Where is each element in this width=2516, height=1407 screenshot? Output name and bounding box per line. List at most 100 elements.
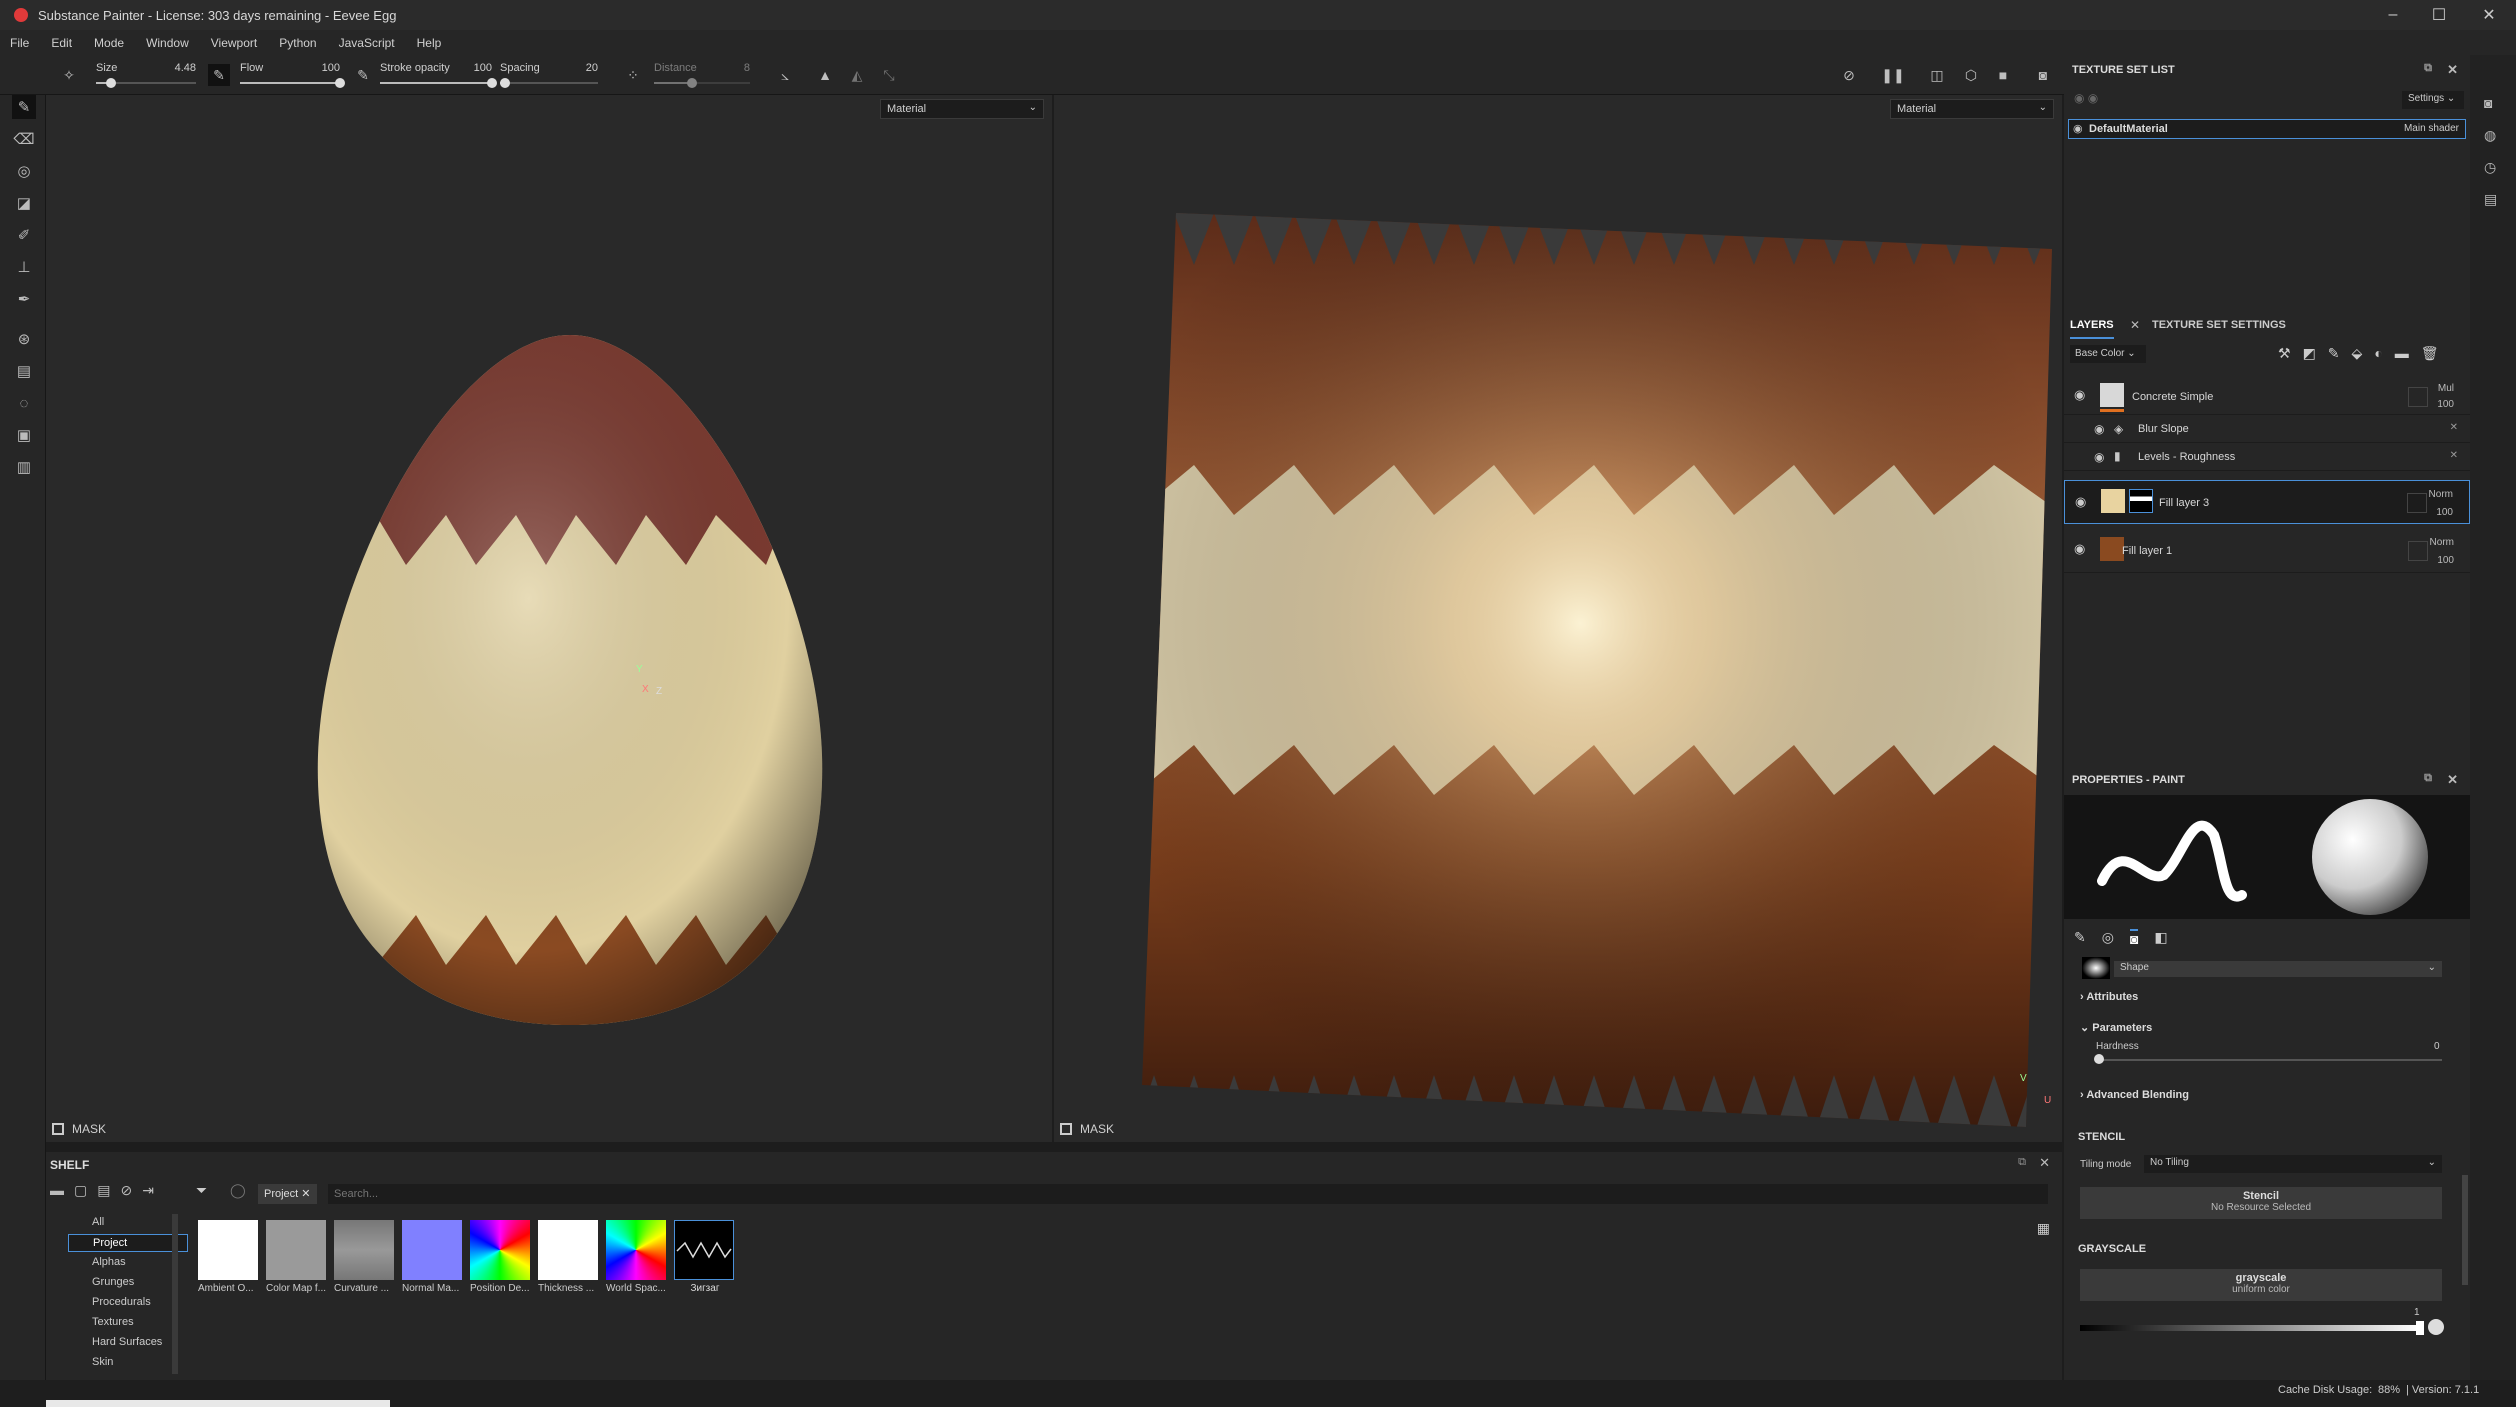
- texture-set-settings-dropdown[interactable]: Settings ⌄: [2402, 91, 2464, 109]
- screenshot-icon[interactable]: ◙: [2032, 64, 2054, 86]
- pause-icon[interactable]: ❚❚: [1881, 64, 1904, 86]
- distance-slider[interactable]: Distance 8: [654, 60, 750, 90]
- menu-window[interactable]: Window: [146, 36, 189, 50]
- add-smart-material-icon[interactable]: ◐: [2374, 345, 2382, 362]
- eye-icon[interactable]: ◉: [2073, 122, 2083, 135]
- log-icon[interactable]: ▤: [2484, 191, 2497, 208]
- category-project[interactable]: Project: [68, 1234, 188, 1252]
- properties-close-icon[interactable]: ✕: [2447, 772, 2458, 788]
- stroke-opacity-slider[interactable]: Stroke opacity 100: [380, 60, 497, 90]
- hide-icon[interactable]: ⊘: [120, 1182, 132, 1206]
- refresh-icon[interactable]: ◯: [230, 1182, 246, 1199]
- clone-stamp-icon[interactable]: ⊥: [12, 255, 36, 279]
- layer-opacity[interactable]: 100: [2437, 399, 2454, 410]
- shelf-item-normal-map[interactable]: [402, 1220, 462, 1280]
- size-slider[interactable]: Size 4.48: [96, 60, 196, 90]
- viewport-3d[interactable]: Material ⌄ Y X Z MASK: [46, 95, 1052, 1142]
- viewport-3d-mask-toggle[interactable]: MASK: [52, 1122, 106, 1136]
- layer-mask-slot[interactable]: [2407, 493, 2427, 513]
- advanced-blending-section[interactable]: › Advanced Blending: [2080, 1089, 2189, 1101]
- parameters-section[interactable]: ⌄ Parameters: [2080, 1021, 2152, 1034]
- folder-icon[interactable]: ▬: [50, 1182, 64, 1206]
- eye-icon[interactable]: ◉: [2074, 541, 2085, 557]
- undock-icon[interactable]: ⧉: [2424, 62, 2432, 75]
- color-picker-icon[interactable]: [2428, 1319, 2444, 1335]
- shelf-item-color-map[interactable]: [266, 1220, 326, 1280]
- texture-set-item[interactable]: ◉ DefaultMaterial Main shader: [2068, 119, 2466, 139]
- grayscale-slider[interactable]: [2080, 1325, 2420, 1331]
- undock-icon[interactable]: ⧉: [2018, 1156, 2026, 1169]
- shelf-item-zigzag[interactable]: [674, 1220, 734, 1280]
- stroke-pressure-icon[interactable]: ✎: [352, 64, 374, 86]
- properties-scrollbar[interactable]: [2462, 1175, 2468, 1285]
- shape-dropdown[interactable]: Shape ⌄: [2114, 961, 2442, 977]
- grid-view-icon[interactable]: ▦: [2037, 1220, 2050, 1237]
- visibility-icons[interactable]: ◉ ◉: [2074, 91, 2098, 105]
- layer-concrete-simple[interactable]: ◉ Concrete Simple Mul 100: [2064, 377, 2470, 415]
- remove-effect-icon[interactable]: ✕: [2450, 450, 2458, 461]
- polygon-fill-icon[interactable]: ◪: [12, 191, 36, 215]
- shelf-item-thickness[interactable]: [538, 1220, 598, 1280]
- shelf-item-world-space[interactable]: [606, 1220, 666, 1280]
- attributes-section[interactable]: › Attributes: [2080, 991, 2138, 1003]
- camera-mode-icon[interactable]: ⬡: [1960, 64, 1982, 86]
- add-fill-layer-icon[interactable]: ⬙: [2352, 345, 2363, 362]
- layer-opacity[interactable]: 100: [2437, 555, 2454, 566]
- eye-icon[interactable]: ◉: [2075, 494, 2086, 510]
- screenshot-tool-icon[interactable]: ▥: [12, 455, 36, 479]
- menu-javascript[interactable]: JavaScript: [339, 36, 395, 50]
- split-view-icon[interactable]: ◫: [1926, 64, 1948, 86]
- category-procedurals[interactable]: Procedurals: [68, 1294, 188, 1312]
- shelf-close-icon[interactable]: ✕: [2039, 1155, 2050, 1171]
- add-effect-icon[interactable]: ⚒: [2278, 345, 2291, 362]
- viewport-2d[interactable]: Material ⌄ V U MASK: [1054, 95, 2062, 1142]
- angle-icon[interactable]: ⦣: [774, 64, 796, 86]
- layer-mask-slot[interactable]: [2408, 387, 2428, 407]
- menu-python[interactable]: Python: [279, 36, 316, 50]
- tiling-mode-dropdown[interactable]: No Tiling ⌄: [2144, 1155, 2442, 1173]
- menu-file[interactable]: File: [10, 36, 29, 50]
- backface-icon[interactable]: ◭: [846, 64, 868, 86]
- render-icon[interactable]: ◌: [12, 391, 36, 415]
- remove-effect-icon[interactable]: ✕: [2450, 422, 2458, 433]
- tab-layers[interactable]: LAYERS: [2070, 319, 2114, 339]
- blend-mode[interactable]: Mul: [2438, 383, 2454, 394]
- blend-mode[interactable]: Norm: [2430, 537, 2454, 548]
- delete-layer-icon[interactable]: 🗑: [2421, 345, 2439, 362]
- menu-help[interactable]: Help: [417, 36, 442, 50]
- category-textures[interactable]: Textures: [68, 1314, 188, 1332]
- texture-set-close-icon[interactable]: ✕: [2447, 62, 2458, 78]
- hide-icon[interactable]: ⊘: [1838, 64, 1860, 86]
- layer-mask-thumbnail[interactable]: [2129, 489, 2153, 513]
- alpha-tab-icon[interactable]: ◙: [2129, 929, 2139, 947]
- shape-thumbnail[interactable]: [2082, 957, 2110, 979]
- material-tab-icon[interactable]: ◎: [2102, 929, 2114, 947]
- stencil-tab-icon[interactable]: ◧: [2154, 929, 2167, 947]
- maximize-button[interactable]: ☐: [2412, 0, 2466, 30]
- eye-icon[interactable]: ◉: [2094, 422, 2104, 436]
- layers-close-icon[interactable]: ✕: [2130, 318, 2140, 332]
- eraser-icon[interactable]: ⌫: [12, 127, 36, 151]
- menu-viewport[interactable]: Viewport: [211, 36, 257, 50]
- smudge-icon[interactable]: ✐: [12, 223, 36, 247]
- category-hard-surfaces[interactable]: Hard Surfaces: [68, 1334, 188, 1352]
- shelf-search-input[interactable]: [328, 1184, 2048, 1204]
- filter-icon[interactable]: ⏷: [196, 1182, 207, 1199]
- category-skin[interactable]: Skin: [68, 1354, 188, 1372]
- viewport-2d-mask-toggle[interactable]: MASK: [1060, 1122, 1114, 1136]
- grayscale-source-button[interactable]: grayscale uniform color: [2080, 1269, 2442, 1301]
- menu-mode[interactable]: Mode: [94, 36, 124, 50]
- filter-tag[interactable]: Project ✕: [258, 1184, 317, 1204]
- channel-dropdown[interactable]: Base Color ⌄: [2070, 345, 2146, 363]
- category-alphas[interactable]: Alphas: [68, 1254, 188, 1272]
- history-icon[interactable]: ◷: [2484, 159, 2496, 176]
- paint-brush-icon[interactable]: ✎: [12, 95, 36, 119]
- display-settings-icon[interactable]: ◍: [2484, 127, 2496, 144]
- shelf-toggle-icon[interactable]: ▤: [12, 359, 36, 383]
- category-scrollbar[interactable]: [172, 1214, 178, 1374]
- projection-tool-icon[interactable]: ◎: [12, 159, 36, 183]
- shelf-item-curvature[interactable]: [334, 1220, 394, 1280]
- close-window-button[interactable]: ✕: [2462, 0, 2516, 30]
- effect-blur-slope[interactable]: ◉ ◈ Blur Slope ✕: [2064, 415, 2470, 443]
- add-paint-layer-icon[interactable]: ✎: [2328, 345, 2340, 362]
